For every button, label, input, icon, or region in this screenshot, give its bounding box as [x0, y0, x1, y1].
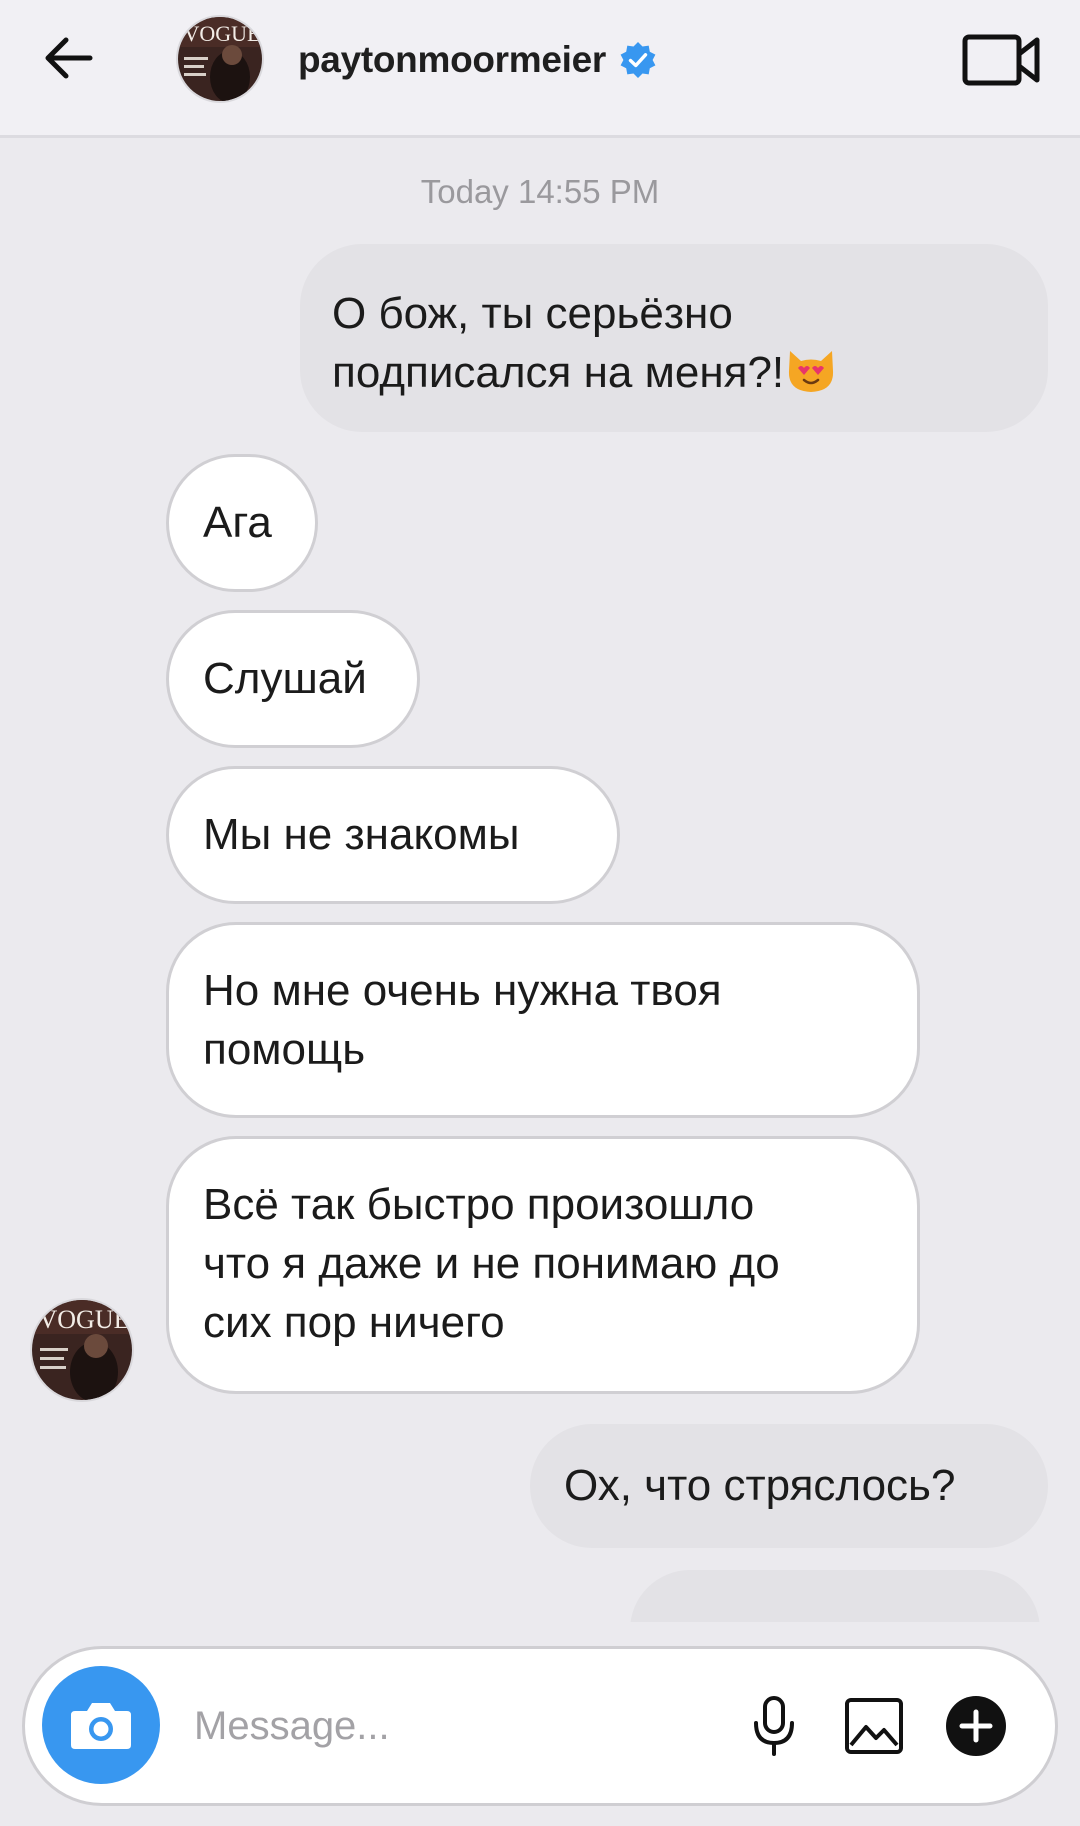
message-line: что я даже и не понимаю до — [203, 1239, 780, 1288]
back-button[interactable] — [36, 26, 100, 90]
camera-button[interactable] — [42, 1666, 160, 1784]
message-line: Но мне очень нужна твоя — [203, 966, 722, 1015]
gallery-icon — [845, 1698, 903, 1754]
sender-avatar[interactable]: VOGUE — [30, 1298, 134, 1402]
chat-header: VOGUE paytonmoormeier — [0, 0, 1080, 138]
message-line: Мы не знакомы — [203, 810, 520, 859]
avatar-logo-text: VOGUE — [39, 1305, 130, 1334]
plus-circle-icon — [946, 1696, 1006, 1756]
video-call-button[interactable] — [960, 24, 1044, 96]
direct-message-screen: VOGUE paytonmoormeier Today 14:55 PM О б… — [0, 0, 1080, 1826]
message-line: О бож, ты серьёзно — [332, 289, 733, 338]
message-line: сих пор ничего — [203, 1298, 505, 1347]
heart-eyes-cat-emoji-icon — [789, 351, 834, 392]
arrow-left-icon — [45, 37, 93, 79]
message-timestamp: Today 14:55 PM — [420, 173, 660, 210]
more-options-button[interactable] — [940, 1690, 1012, 1762]
message-input[interactable] — [192, 1692, 712, 1760]
avatar-image: VOGUE — [32, 1300, 132, 1400]
message-line: Ох, что стряслось? — [564, 1461, 956, 1510]
contact-avatar[interactable]: VOGUE — [176, 15, 264, 103]
message-line: Слушай — [203, 654, 367, 703]
verified-badge-icon — [620, 42, 656, 78]
incoming-message-bubble[interactable]: Мы не знакомы — [166, 766, 620, 904]
outgoing-message-bubble[interactable]: Ох, что стряслось? — [530, 1424, 1048, 1548]
message-line-text: подписался на меня?! — [332, 348, 785, 397]
outgoing-message-bubble[interactable]: О бож, ты серьёзно подписался на меня?! — [300, 244, 1048, 432]
contact-username: paytonmoormeier — [298, 39, 607, 80]
incoming-message-bubble[interactable]: Всё так быстро произошло что я даже и не… — [166, 1136, 920, 1394]
message-line: помощь — [203, 1025, 366, 1074]
camera-icon — [71, 1703, 131, 1749]
message-line: подписался на меня?! — [332, 343, 1018, 402]
message-line: Ага — [203, 498, 272, 547]
video-call-icon — [962, 34, 1040, 86]
gallery-button[interactable] — [838, 1690, 910, 1762]
message-line: Всё так быстро произошло — [203, 1180, 755, 1229]
contact-name-row[interactable]: paytonmoormeier — [298, 38, 658, 82]
voice-message-button[interactable] — [738, 1690, 810, 1762]
avatar-logo-text: VOGUE — [184, 21, 261, 46]
microphone-icon — [754, 1696, 794, 1756]
incoming-message-bubble[interactable]: Слушай — [166, 610, 420, 748]
incoming-message-bubble[interactable]: Но мне очень нужна твоя помощь — [166, 922, 920, 1118]
avatar-image: VOGUE — [178, 17, 262, 101]
incoming-message-bubble[interactable]: Ага — [166, 454, 318, 592]
